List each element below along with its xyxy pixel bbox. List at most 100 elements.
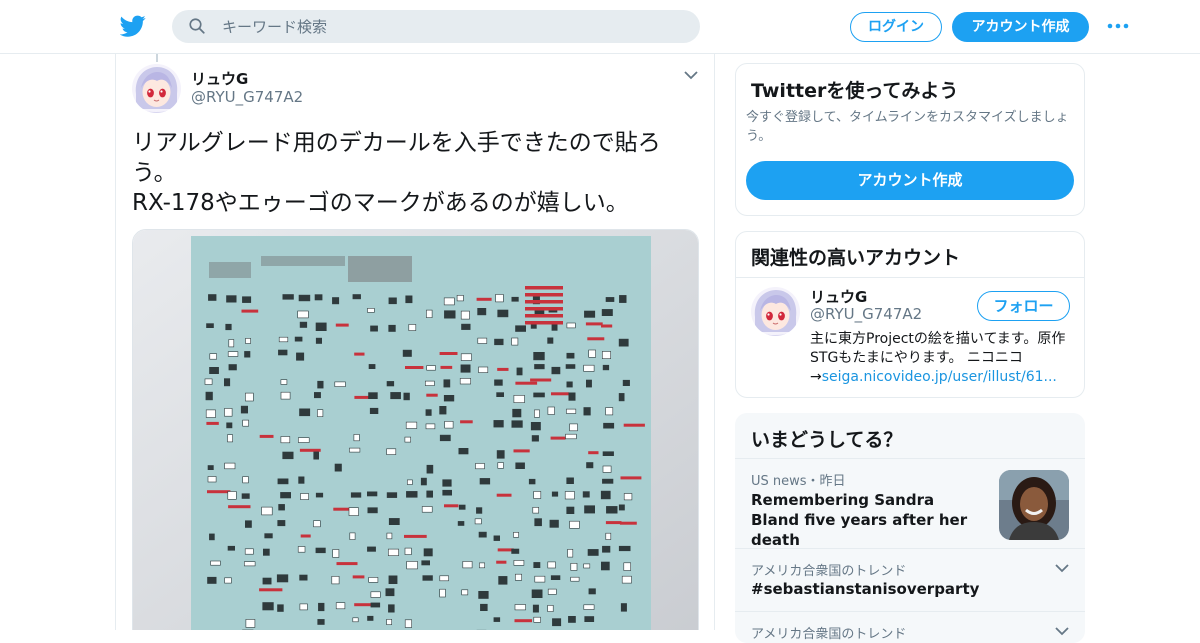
decal-mark xyxy=(354,603,373,607)
decal-mark xyxy=(460,310,470,320)
bio-link[interactable]: seiga.nicovideo.jp/user/illust/61... xyxy=(822,369,1057,385)
decal-mark xyxy=(584,505,595,514)
decal-mark xyxy=(458,448,469,455)
decal-mark xyxy=(478,590,489,599)
chevron-down-icon[interactable] xyxy=(1055,626,1069,636)
decal-mark xyxy=(461,323,471,330)
decal-mark xyxy=(444,310,456,319)
trend-item-news[interactable]: US news・昨日 Remembering Sandra Bland five… xyxy=(735,458,1085,549)
decal-mark xyxy=(583,563,591,569)
tweet-author-handle[interactable]: @RYU_G747A2 xyxy=(191,88,303,106)
decal-mark xyxy=(586,462,594,469)
decal-mark xyxy=(534,364,545,370)
search-box[interactable] xyxy=(172,10,700,43)
decal-mark xyxy=(602,545,611,553)
decal-mark xyxy=(370,591,381,598)
decal-mark xyxy=(317,619,325,625)
decal-mark xyxy=(402,349,412,357)
decal-mark xyxy=(603,422,615,429)
decal-mark xyxy=(336,562,358,566)
decal-mark xyxy=(206,323,214,328)
decal-mark xyxy=(404,436,411,443)
chevron-down-icon[interactable] xyxy=(1055,563,1069,573)
decal-mark xyxy=(226,422,233,429)
decal-stripe xyxy=(525,321,563,325)
decal-mark xyxy=(280,436,291,444)
login-button[interactable]: ログイン xyxy=(850,12,942,42)
decal-mark xyxy=(259,434,274,438)
decal-mark xyxy=(552,618,562,627)
follow-button[interactable]: フォロー xyxy=(977,291,1070,321)
related-account-bio: 主に東方Projectの絵を描いてます。原作STGもたまにやります。 ニコニコ→… xyxy=(810,330,1076,387)
decal-mark xyxy=(421,506,433,513)
signup-button[interactable]: アカウント作成 xyxy=(952,12,1089,42)
decal-mark xyxy=(565,364,576,369)
decal-mark xyxy=(461,589,469,596)
decal-mark xyxy=(386,381,395,387)
related-account-handle[interactable]: @RYU_G747A2 xyxy=(810,305,922,323)
decal-mark xyxy=(367,491,378,497)
decal-mark xyxy=(315,492,324,498)
decal-mark xyxy=(224,408,233,417)
decal-mark xyxy=(439,588,446,598)
decal-mark xyxy=(477,337,488,344)
avatar[interactable] xyxy=(132,64,181,113)
divider xyxy=(736,277,1084,278)
decal-mark xyxy=(420,477,427,486)
decal-mark xyxy=(315,337,322,344)
decal-mark xyxy=(513,449,530,453)
trend-item[interactable]: アメリカ合衆国のトレンド xyxy=(735,611,1085,643)
decal-mark xyxy=(224,378,231,387)
decal-mark xyxy=(623,562,631,571)
decal-mark xyxy=(280,492,291,499)
more-dots-icon[interactable] xyxy=(1106,20,1130,32)
decal-mark xyxy=(618,504,625,511)
signup-card-button[interactable]: アカウント作成 xyxy=(746,161,1074,200)
decal-mark xyxy=(300,493,309,500)
tweet-author-name[interactable]: リュウG xyxy=(191,68,248,89)
decal-mark xyxy=(568,615,576,623)
decal-mark xyxy=(278,349,288,356)
decal-mark xyxy=(583,407,591,416)
decal-mark xyxy=(566,408,577,414)
decal-mark xyxy=(369,407,379,414)
related-account-name[interactable]: リュウG xyxy=(810,286,867,307)
decal-mark xyxy=(456,295,464,302)
decal-mark xyxy=(299,603,308,611)
decal-mark xyxy=(587,337,605,341)
decal-mark xyxy=(367,507,378,514)
decal-mark xyxy=(511,337,519,346)
anime-girl-avatar-icon xyxy=(751,287,800,336)
decal-mark xyxy=(423,548,433,557)
decal-mark xyxy=(370,325,378,332)
decal-mark xyxy=(497,462,504,469)
decal-stripe xyxy=(525,307,563,311)
decal-mark xyxy=(244,548,254,555)
decal-mark xyxy=(474,518,482,525)
chevron-down-icon[interactable] xyxy=(684,70,698,80)
tweet-photo[interactable] xyxy=(132,229,699,630)
decal-mark xyxy=(386,448,397,455)
decal-mark xyxy=(497,367,509,371)
decal-mark xyxy=(494,379,503,386)
decal-mark xyxy=(566,352,575,359)
decal-mark xyxy=(516,367,523,376)
decal-mark xyxy=(264,533,273,539)
trends-title: いまどうしてる？ xyxy=(751,429,903,451)
decal-mark xyxy=(458,504,466,510)
decal-mark xyxy=(315,547,326,554)
decal-mark xyxy=(348,507,359,516)
decal-mark xyxy=(386,618,393,625)
decal-mark xyxy=(493,420,504,428)
trend-item[interactable]: アメリカ合衆国のトレンド #sebastianstanisoverparty xyxy=(735,548,1085,611)
decal-mark xyxy=(460,353,472,361)
twitter-bird-icon[interactable] xyxy=(120,13,146,39)
decal-mark xyxy=(605,532,612,540)
decal-mark xyxy=(242,419,249,427)
avatar[interactable] xyxy=(751,287,800,336)
decal-mark xyxy=(605,297,615,302)
decal-mark xyxy=(277,604,284,612)
decal-mark xyxy=(425,409,432,416)
search-input[interactable] xyxy=(222,10,682,43)
decal-mark xyxy=(227,491,237,500)
